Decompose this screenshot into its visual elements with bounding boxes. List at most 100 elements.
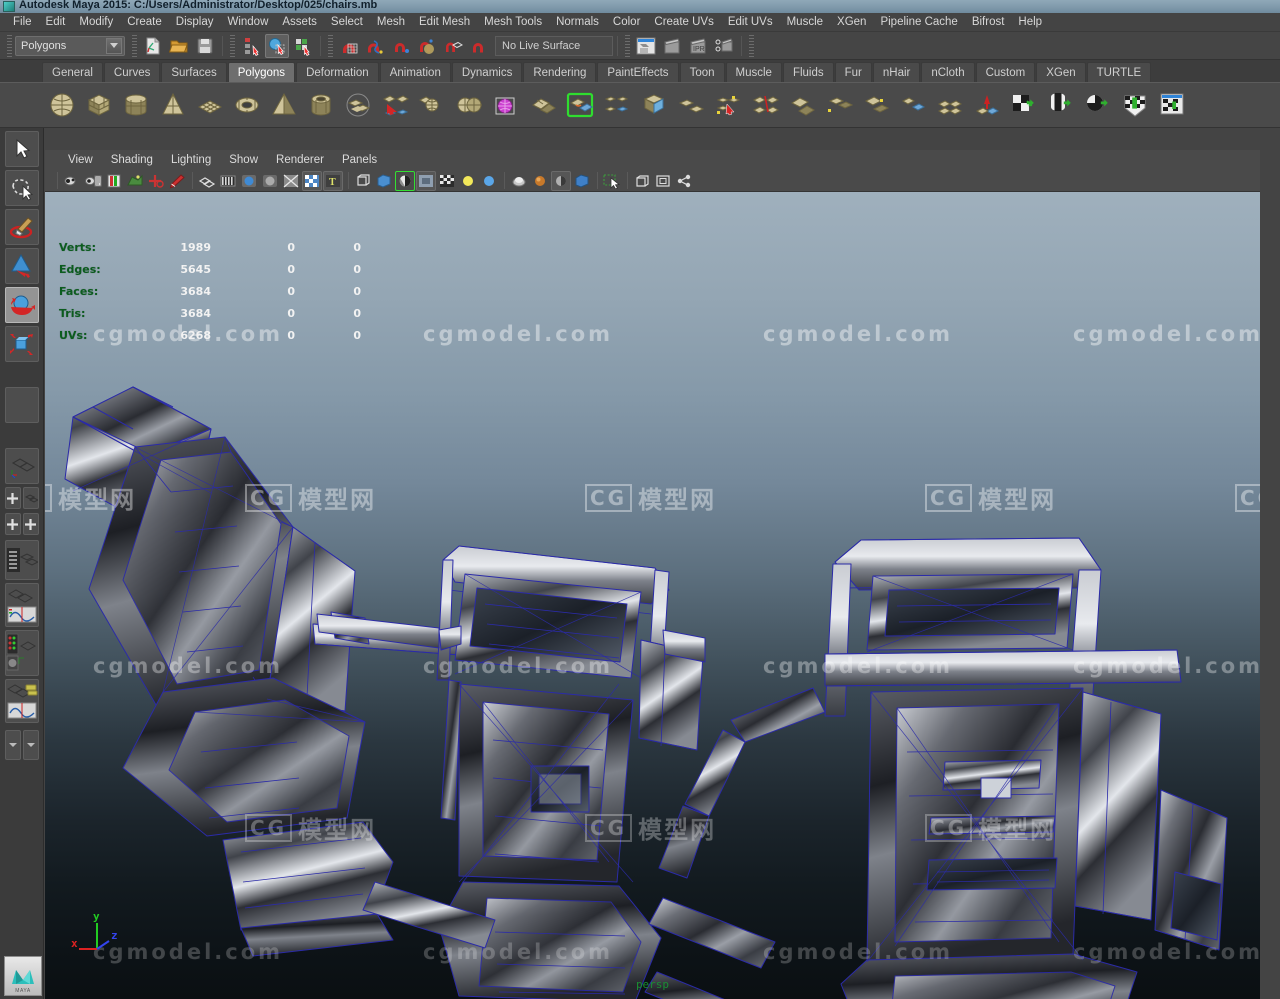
poly-sphere-icon[interactable] <box>44 88 79 123</box>
menu-item-mesh-tools[interactable]: Mesh Tools <box>477 14 549 31</box>
flat-shade-icon[interactable] <box>260 171 280 191</box>
live-surface-field[interactable]: No Live Surface <box>495 35 613 56</box>
shelf-tab-ncloth[interactable]: nCloth <box>921 62 975 82</box>
motion-blur-icon[interactable] <box>530 171 550 191</box>
new-scene-icon[interactable] <box>141 34 165 58</box>
poly-split-polygon-icon[interactable] <box>858 88 893 123</box>
layout-two-pane-side[interactable] <box>4 513 21 535</box>
select-by-hierarchy-icon[interactable] <box>239 34 263 58</box>
poly-cube-icon[interactable] <box>81 88 116 123</box>
shelf-tab-fluids[interactable]: Fluids <box>782 62 834 82</box>
viewport-menu-view[interactable]: View <box>59 154 102 166</box>
layout-persp-trax[interactable] <box>4 679 39 723</box>
poly-torus-icon[interactable] <box>229 88 264 123</box>
scale-tool[interactable] <box>4 326 39 362</box>
poly-pipe-icon[interactable] <box>303 88 338 123</box>
paint-selection-tool[interactable] <box>4 209 39 245</box>
poly-insert-edge-loop-icon[interactable] <box>784 88 819 123</box>
poly-booleans-difference-icon[interactable] <box>488 88 523 123</box>
toolbar-grip[interactable] <box>749 34 754 57</box>
bookmarks-icon[interactable] <box>104 171 124 191</box>
shelf-tab-turtle[interactable]: TURTLE <box>1086 62 1152 82</box>
shelf-tab-fur[interactable]: Fur <box>834 62 872 82</box>
viewport-menu-shading[interactable]: Shading <box>102 154 162 166</box>
multisample-icon[interactable] <box>437 171 457 191</box>
menu-item-window[interactable]: Window <box>220 14 275 31</box>
ao-icon[interactable] <box>416 170 436 191</box>
poly-separate-icon[interactable] <box>414 88 449 123</box>
poly-extract-icon[interactable] <box>599 88 634 123</box>
poly-cylinder-icon[interactable] <box>118 88 153 123</box>
poly-cone-icon[interactable] <box>155 88 190 123</box>
uv-texture-editor-icon[interactable] <box>1154 88 1189 123</box>
render-settings-icon[interactable] <box>712 34 736 58</box>
make-live-icon[interactable] <box>467 34 491 58</box>
shelf-tab-animation[interactable]: Animation <box>379 62 451 82</box>
last-tool-used[interactable] <box>4 387 39 423</box>
render-view-icon[interactable] <box>634 34 658 58</box>
shelf-tab-toon[interactable]: Toon <box>679 62 725 82</box>
shelf-tab-nhair[interactable]: nHair <box>872 62 921 82</box>
wireframe-on-shaded-icon[interactable] <box>281 171 301 191</box>
poly-append-polygon-icon[interactable] <box>710 88 745 123</box>
menu-item-bifrost[interactable]: Bifrost <box>965 14 1012 31</box>
shelf-tab-dynamics[interactable]: Dynamics <box>451 62 523 82</box>
menu-item-create-uvs[interactable]: Create UVs <box>647 14 720 31</box>
ipr-render-icon[interactable]: IPR <box>686 34 710 58</box>
shaded-icon[interactable] <box>239 171 259 191</box>
viewport-menu-renderer[interactable]: Renderer <box>267 154 333 166</box>
toolbar-grip[interactable] <box>132 34 137 57</box>
poly-mirror-geometry-icon[interactable] <box>562 88 597 123</box>
select-by-object-type-icon[interactable] <box>265 33 289 58</box>
image-plane-icon[interactable] <box>125 171 145 191</box>
poly-cut-faces-icon[interactable] <box>821 88 856 123</box>
shelf-tab-curves[interactable]: Curves <box>103 62 161 82</box>
menu-item-edit[interactable]: Edit <box>39 14 73 31</box>
poly-pyramid-icon[interactable] <box>266 88 301 123</box>
poly-smooth-proxy-icon[interactable] <box>525 88 560 123</box>
lasso-tool[interactable] <box>4 170 39 206</box>
uv-spherical-mapping-icon[interactable] <box>1080 88 1115 123</box>
poly-plane-icon[interactable] <box>192 88 227 123</box>
snap-to-curve-icon[interactable] <box>363 34 387 58</box>
textured-icon[interactable] <box>302 170 322 191</box>
snap-to-projected-center-icon[interactable] <box>415 34 439 58</box>
xray-joints-icon[interactable] <box>632 171 652 191</box>
shade-selected-icon[interactable] <box>572 171 592 191</box>
shelf-tab-xgen[interactable]: XGen <box>1036 62 1086 82</box>
smooth-shade-icon[interactable] <box>218 171 238 191</box>
poly-extrude-icon[interactable] <box>969 88 1004 123</box>
poly-prism-icon[interactable] <box>340 88 375 123</box>
layout-four-view[interactable] <box>4 487 21 509</box>
poly-combine-icon[interactable] <box>377 88 412 123</box>
shelf-tab-deformation[interactable]: Deformation <box>296 62 379 82</box>
wireframe-icon[interactable] <box>197 171 217 191</box>
grease-pencil-icon[interactable] <box>167 171 187 191</box>
depth-of-field-icon[interactable] <box>509 171 529 191</box>
poly-duplicate-face-icon[interactable] <box>932 88 967 123</box>
rotate-tool[interactable] <box>4 287 39 323</box>
layout-hypergraph-persp[interactable] <box>4 540 39 580</box>
poly-fill-hole-icon[interactable] <box>747 88 782 123</box>
shelf-tab-surfaces[interactable]: Surfaces <box>161 62 227 82</box>
two-d-pan-zoom-icon[interactable] <box>146 171 166 191</box>
shelf-tab-general[interactable]: General <box>42 62 103 82</box>
gamma-icon[interactable] <box>479 171 499 191</box>
menu-item-edit-mesh[interactable]: Edit Mesh <box>412 14 477 31</box>
snap-to-point-icon[interactable] <box>389 34 413 58</box>
select-tool[interactable] <box>4 131 39 167</box>
uv-cylindrical-mapping-icon[interactable] <box>1043 88 1078 123</box>
open-scene-icon[interactable] <box>167 34 191 58</box>
menu-item-muscle[interactable]: Muscle <box>780 14 830 31</box>
poly-bevel-icon[interactable] <box>636 88 671 123</box>
layout-more-down-left[interactable] <box>4 730 21 760</box>
menu-item-color[interactable]: Color <box>606 14 647 31</box>
menu-item-modify[interactable]: Modify <box>72 14 120 31</box>
toolbar-grip[interactable] <box>7 34 12 57</box>
layout-persp-outliner[interactable] <box>22 487 39 509</box>
menu-item-xgen[interactable]: XGen <box>830 14 873 31</box>
poly-bridge-icon[interactable] <box>673 88 708 123</box>
menu-item-display[interactable]: Display <box>169 14 221 31</box>
toolbar-grip[interactable] <box>328 34 333 57</box>
menu-item-assets[interactable]: Assets <box>275 14 324 31</box>
